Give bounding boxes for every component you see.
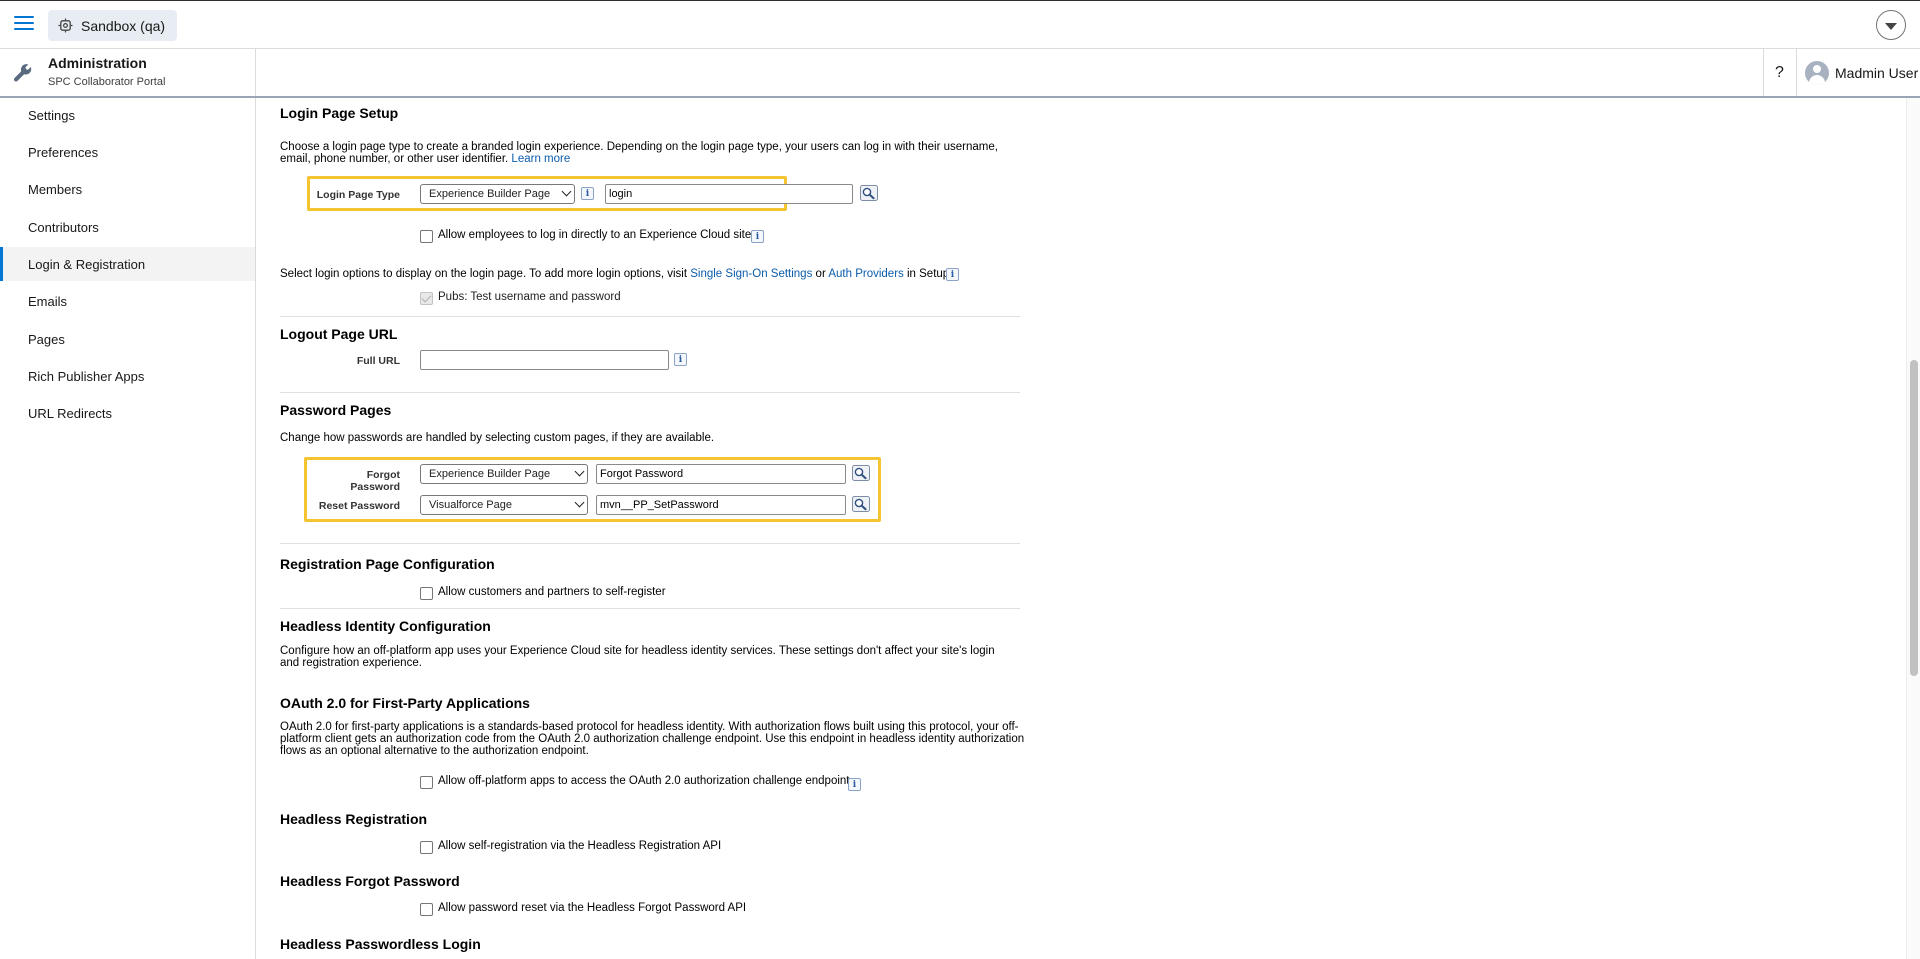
login-options-text: Select login options to display on the l… [280,268,688,280]
self-register-checkbox[interactable] [420,587,433,600]
logout-page-url-title: Logout Page URL [280,326,398,342]
headless-forgot-password-title: Headless Forgot Password [280,873,460,889]
headless-registration-checkbox[interactable] [420,841,433,854]
sidebar-item-members[interactable]: Members [0,172,255,206]
admin-sidebar: Settings Preferences Members Contributor… [0,98,256,959]
login-page-setup-title: Login Page Setup [280,105,399,121]
reset-password-type-select[interactable]: Visualforce Page [420,495,588,515]
reset-password-page-input[interactable]: mvn__PP_SetPassword [596,495,846,515]
oauth-challenge-checkbox[interactable] [420,776,433,789]
main-content: Login Page Setup Choose a login page typ… [256,98,1906,959]
lookup-icon[interactable] [860,185,878,201]
global-top-bar: Sandbox (qa) [0,0,1920,49]
reset-password-type-value: Visualforce Page [429,499,512,511]
reset-password-page-value: mvn__PP_SetPassword [600,499,719,511]
password-pages-title: Password Pages [280,402,392,418]
allow-employees-checkbox[interactable] [420,230,433,243]
site-name: SPC Collaborator Portal [48,76,166,88]
headless-identity-title: Headless Identity Configuration [280,618,491,634]
section-divider [280,316,1020,317]
pubs-login-option-label: Pubs: Test username and password [438,291,621,303]
headless-passwordless-title: Headless Passwordless Login [280,936,481,952]
headless-forgot-password-label: Allow password reset via the Headless Fo… [438,902,747,914]
login-page-type-value: Experience Builder Page [429,188,551,200]
lookup-icon[interactable] [852,465,870,481]
app-header: Administration SPC Collaborator Portal ?… [0,49,1920,98]
sso-settings-link[interactable]: Single Sign-On Settings [690,268,812,280]
info-icon[interactable]: i [946,268,959,281]
headless-registration-label: Allow self-registration via the Headless… [438,840,722,852]
info-icon[interactable]: i [751,230,764,243]
login-page-setup-description: Choose a login page type to create a bra… [280,141,1015,165]
user-name: Madmin User [1835,64,1919,81]
info-icon[interactable]: i [848,778,861,791]
forgot-password-label: Forgot Password [350,469,400,493]
full-url-label: Full URL [356,355,400,367]
forgot-password-page-input[interactable]: Forgot Password [596,464,846,484]
oauth-first-party-title: OAuth 2.0 for First-Party Applications [280,695,530,711]
lookup-icon[interactable] [852,496,870,512]
login-options-description: Select login options to display on the l… [280,268,1040,280]
registration-config-title: Registration Page Configuration [280,556,495,572]
section-divider [280,543,1020,544]
sandbox-button[interactable]: Sandbox (qa) [48,10,178,41]
user-menu-dropdown[interactable] [1876,10,1906,40]
login-page-type-label: Login Page Type [316,189,400,201]
wrench-icon [13,64,32,82]
login-page-type-select[interactable]: Experience Builder Page [420,184,575,204]
full-url-input[interactable] [420,350,669,370]
sandbox-icon [58,18,73,33]
sidebar-item-emails[interactable]: Emails [0,284,255,318]
sidebar-item-url-redirects[interactable]: URL Redirects [0,396,255,430]
auth-providers-link[interactable]: Auth Providers [828,268,903,280]
reset-password-label: Reset Password [318,500,400,512]
header-divider [255,49,256,96]
menu-icon[interactable] [14,16,34,34]
page-title: Administration [48,55,147,71]
sandbox-label: Sandbox (qa) [81,17,166,34]
headless-registration-title: Headless Registration [280,811,428,827]
info-icon[interactable]: i [674,353,687,366]
sidebar-item-pages[interactable]: Pages [0,322,255,356]
headless-forgot-password-checkbox[interactable] [420,903,433,916]
allow-employees-label: Allow employees to log in directly to an… [438,229,752,241]
help-button[interactable]: ? [1763,49,1795,96]
scrollbar-thumb[interactable] [1910,360,1918,676]
forgot-password-type-select[interactable]: Experience Builder Page [420,464,588,484]
password-pages-description: Change how passwords are handled by sele… [280,432,715,444]
sidebar-item-preferences[interactable]: Preferences [0,135,255,169]
headless-identity-description: Configure how an off-platform app uses y… [280,645,995,669]
section-divider [280,392,1020,393]
pubs-login-option-checkbox[interactable] [420,292,433,305]
info-icon[interactable]: i [581,187,594,200]
user-profile-button[interactable]: Madmin User [1796,49,1918,96]
avatar [1805,60,1829,85]
oauth-first-party-description: OAuth 2.0 for first-party applications i… [280,721,1025,757]
login-setup-desc-text: Choose a login page type to create a bra… [280,141,998,165]
learn-more-link[interactable]: Learn more [511,153,570,165]
login-page-input[interactable]: login [605,184,853,204]
section-divider [280,608,1020,609]
forgot-password-type-value: Experience Builder Page [429,468,551,480]
self-register-label: Allow customers and partners to self-reg… [438,586,666,598]
sidebar-item-login-registration[interactable]: Login & Registration [0,247,255,281]
main-scrollbar[interactable] [1906,98,1920,959]
oauth-challenge-label: Allow off-platform apps to access the OA… [438,775,850,787]
login-page-input-value: login [609,188,633,200]
sidebar-item-settings[interactable]: Settings [0,98,255,132]
sidebar-item-rich-publisher-apps[interactable]: Rich Publisher Apps [0,359,255,393]
sidebar-item-contributors[interactable]: Contributors [0,210,255,244]
login-options-or: or [815,268,826,280]
forgot-password-page-value: Forgot Password [600,468,684,480]
